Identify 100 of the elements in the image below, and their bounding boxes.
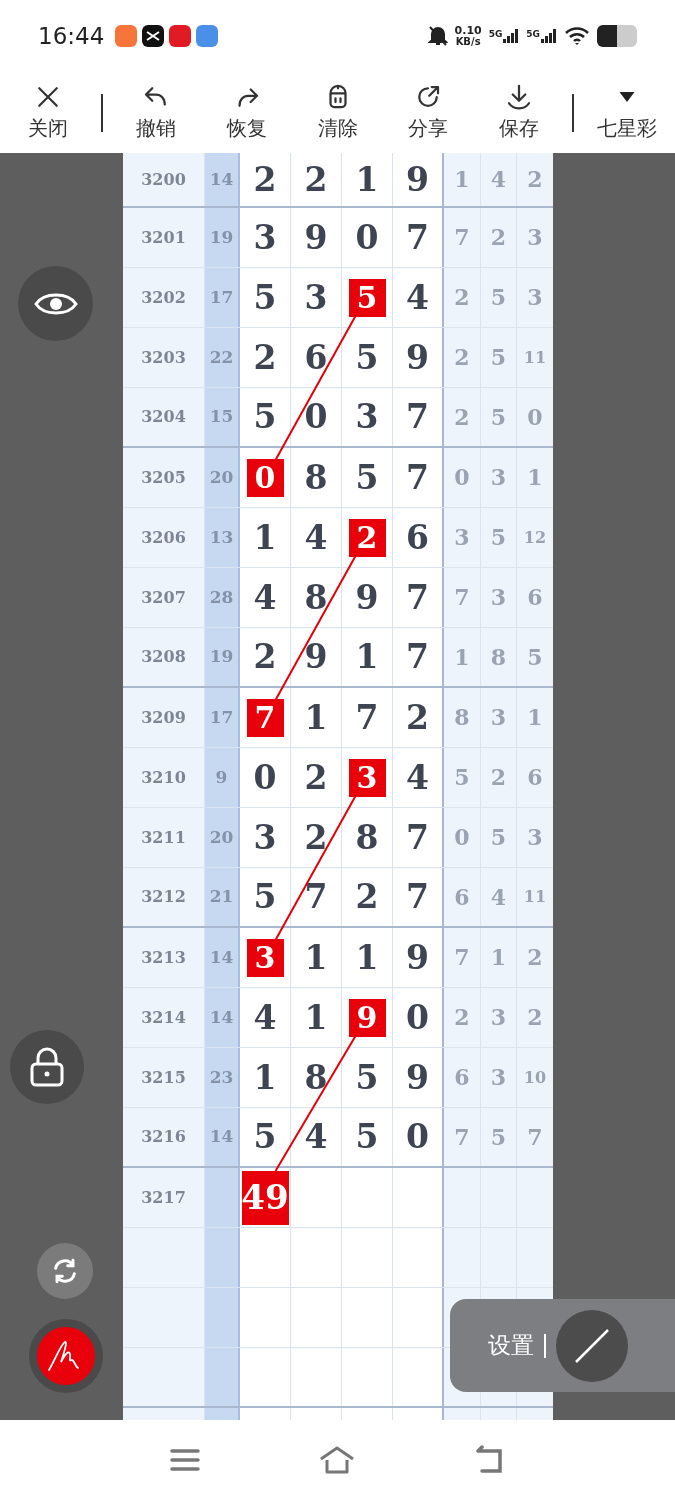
toolbar-button[interactable]: 撤销 [117, 82, 194, 143]
digit-cell: 3 [291, 268, 342, 327]
sum-cell: 14 [205, 988, 240, 1047]
stat-cell: 3 [444, 508, 481, 567]
digit-cell: 4 [291, 508, 342, 567]
issue-number-cell: 3211 [123, 808, 205, 867]
digit-cell: 1 [240, 1048, 291, 1107]
issue-number-cell: 3203 [123, 328, 205, 387]
stat-cell: 3 [481, 1048, 517, 1107]
sum-cell: 19 [205, 628, 240, 686]
digit-cell: 9 [342, 568, 393, 627]
network-speed: 0.10 [454, 25, 482, 36]
digit-cell: 1 [342, 928, 393, 987]
clock-time: 16:44 [38, 21, 105, 51]
stat-cell: 3 [481, 988, 517, 1047]
stat-cell: 6 [517, 748, 553, 807]
issue-number-cell: 3202 [123, 268, 205, 327]
digit-cell: 7 [291, 868, 342, 926]
issue-number-cell: 3217 [123, 1168, 205, 1227]
toolbar-button[interactable]: 分享 [390, 82, 467, 143]
stat-cell: 5 [481, 1108, 517, 1166]
sum-cell [205, 1348, 240, 1406]
highlighted-digit: 7 [246, 698, 284, 737]
digit-cell: 4 [291, 1108, 342, 1166]
stat-cell: 6 [444, 868, 481, 926]
app-notification-icon [142, 25, 165, 47]
stat-cell: 2 [444, 988, 481, 1047]
stat-cell: 1 [481, 928, 517, 987]
lottery-type-dropdown[interactable]: 七星彩 [589, 82, 665, 143]
sync-button[interactable] [37, 1243, 93, 1299]
issue-number-cell: 3213 [123, 928, 205, 987]
stat-cell: 8 [444, 688, 481, 747]
digit-cell: 2 [240, 628, 291, 686]
signal-icon [503, 29, 520, 43]
battery-icon [597, 25, 637, 47]
stat-cell: 2 [517, 153, 553, 206]
stat-cell: 5 [481, 328, 517, 387]
menu-button[interactable] [168, 1447, 201, 1473]
toolbar-button[interactable]: 清除 [299, 82, 376, 143]
sum-cell: 13 [205, 508, 240, 567]
digit-cell: 0 [240, 748, 291, 807]
issue-number-cell: 3208 [123, 628, 205, 686]
digit-cell: 9 [291, 628, 342, 686]
stat-cell: 7 [444, 208, 481, 267]
toolbar-button[interactable]: 恢复 [208, 82, 285, 143]
sum-cell: 14 [205, 928, 240, 987]
sum-cell [205, 1228, 240, 1287]
issue-number-cell: 3216 [123, 1108, 205, 1166]
stat-cell: 1 [517, 688, 553, 747]
digit-cell: 1 [240, 508, 291, 567]
stat-cell: 0 [444, 448, 481, 507]
stat-cell: 3 [517, 208, 553, 267]
issue-number-cell: 3210 [123, 748, 205, 807]
issue-number-cell: 3205 [123, 448, 205, 507]
stat-cell: 8 [481, 628, 517, 686]
settings-button[interactable]: 设置 [488, 1328, 534, 1363]
stat-cell: 2 [444, 388, 481, 446]
digit-cell: 0 [291, 388, 342, 446]
highlighted-digit: 49 [241, 1170, 289, 1225]
sum-cell: 21 [205, 868, 240, 926]
stat-cell: 5 [481, 388, 517, 446]
digit-cell: 4 [240, 988, 291, 1047]
stat-cell: 10 [517, 1048, 553, 1107]
digit-cell: 5 [342, 448, 393, 507]
stat-cell: 1 [444, 153, 481, 206]
stat-cell: 3 [517, 808, 553, 867]
stat-cell: 11 [517, 868, 553, 926]
issue-number-cell: 3214 [123, 988, 205, 1047]
issue-number-cell: 3200 [123, 153, 205, 206]
stat-cell: 2 [517, 988, 553, 1047]
sum-cell: 20 [205, 808, 240, 867]
app-notification-icon [196, 25, 219, 47]
wifi-icon [564, 26, 590, 46]
network-type: 5G [488, 29, 503, 39]
signal-icon [541, 29, 557, 43]
stat-cell: 5 [481, 268, 517, 327]
sum-cell: 15 [205, 388, 240, 446]
digit-cell: 8 [291, 568, 342, 627]
stat-cell: 4 [481, 868, 517, 926]
digit-cell: 0 [342, 208, 393, 267]
digit-cell: 2 [291, 153, 342, 206]
issue-number-cell: 3212 [123, 868, 205, 926]
stat-cell: 3 [481, 448, 517, 507]
sum-cell [205, 1288, 240, 1347]
sum-cell: 9 [205, 748, 240, 807]
digit-cell: 5 [240, 1108, 291, 1166]
toolbar-button[interactable]: 保存 [481, 82, 558, 143]
stat-cell: 11 [517, 328, 553, 387]
stat-cell: 1 [444, 628, 481, 686]
sum-cell: 23 [205, 1048, 240, 1107]
sum-cell: 22 [205, 328, 240, 387]
digit-cell: 5 [240, 868, 291, 926]
sum-cell [205, 1168, 240, 1227]
issue-number-cell: 3207 [123, 568, 205, 627]
stat-cell: 2 [481, 208, 517, 267]
stat-cell: 2 [481, 748, 517, 807]
issue-number-cell: 3209 [123, 688, 205, 747]
digit-cell: 5 [342, 328, 393, 387]
issue-number-cell: 3206 [123, 508, 205, 567]
toolbar-button[interactable]: 关闭 [10, 82, 86, 143]
